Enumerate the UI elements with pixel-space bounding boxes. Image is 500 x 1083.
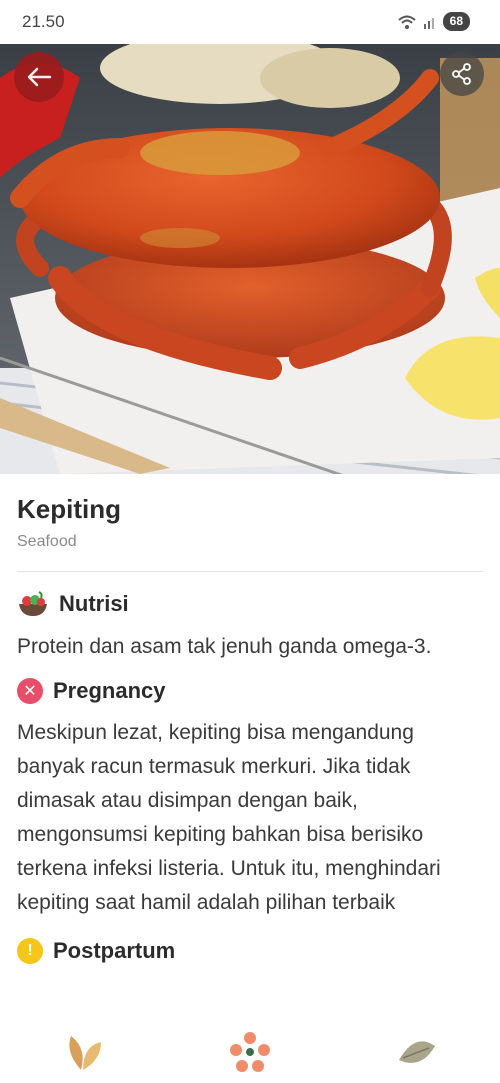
nutrisi-title: Nutrisi (59, 591, 129, 616)
status-bar: 21.50 68 (0, 0, 500, 44)
battery-indicator: 68 (442, 12, 470, 31)
flower-icon (229, 1031, 270, 1072)
food-image (0, 38, 500, 474)
leaves-icon (69, 1035, 102, 1070)
nav-flower[interactable] (220, 1027, 280, 1077)
arrow-left-icon (27, 67, 52, 87)
back-button[interactable] (14, 52, 64, 102)
pregnancy-header: ✕ Pregnancy (17, 678, 483, 704)
nutrisi-header: Nutrisi (17, 590, 483, 618)
nav-leaf[interactable] (387, 1027, 447, 1077)
signal-icon (423, 17, 434, 29)
leaf-icon (398, 1040, 435, 1063)
nav-leaves[interactable] (53, 1027, 113, 1077)
food-detail: Kepiting Seafood Nutrisi Protein dan asa… (0, 474, 500, 964)
bottom-navigation (0, 1020, 500, 1083)
postpartum-title: Postpartum (53, 938, 176, 963)
share-icon (452, 63, 471, 85)
food-bowl-icon (19, 591, 47, 616)
food-title: Kepiting (17, 494, 121, 524)
food-category: Seafood (17, 533, 77, 550)
pregnancy-title: Pregnancy (53, 678, 166, 703)
warning-circle-icon: ! (17, 938, 43, 964)
nutrisi-text: Protein dan asam tak jenuh ganda omega-3… (17, 635, 432, 658)
status-icons: 68 (397, 12, 470, 31)
pregnancy-text: Meskipun lezat, kepiting bisa mengandung… (17, 721, 441, 914)
share-button[interactable] (440, 52, 484, 96)
divider (17, 571, 483, 572)
close-circle-icon: ✕ (17, 678, 43, 704)
status-time: 21.50 (22, 12, 65, 31)
wifi-icon (397, 15, 416, 29)
postpartum-header: ! Postpartum (17, 938, 483, 964)
